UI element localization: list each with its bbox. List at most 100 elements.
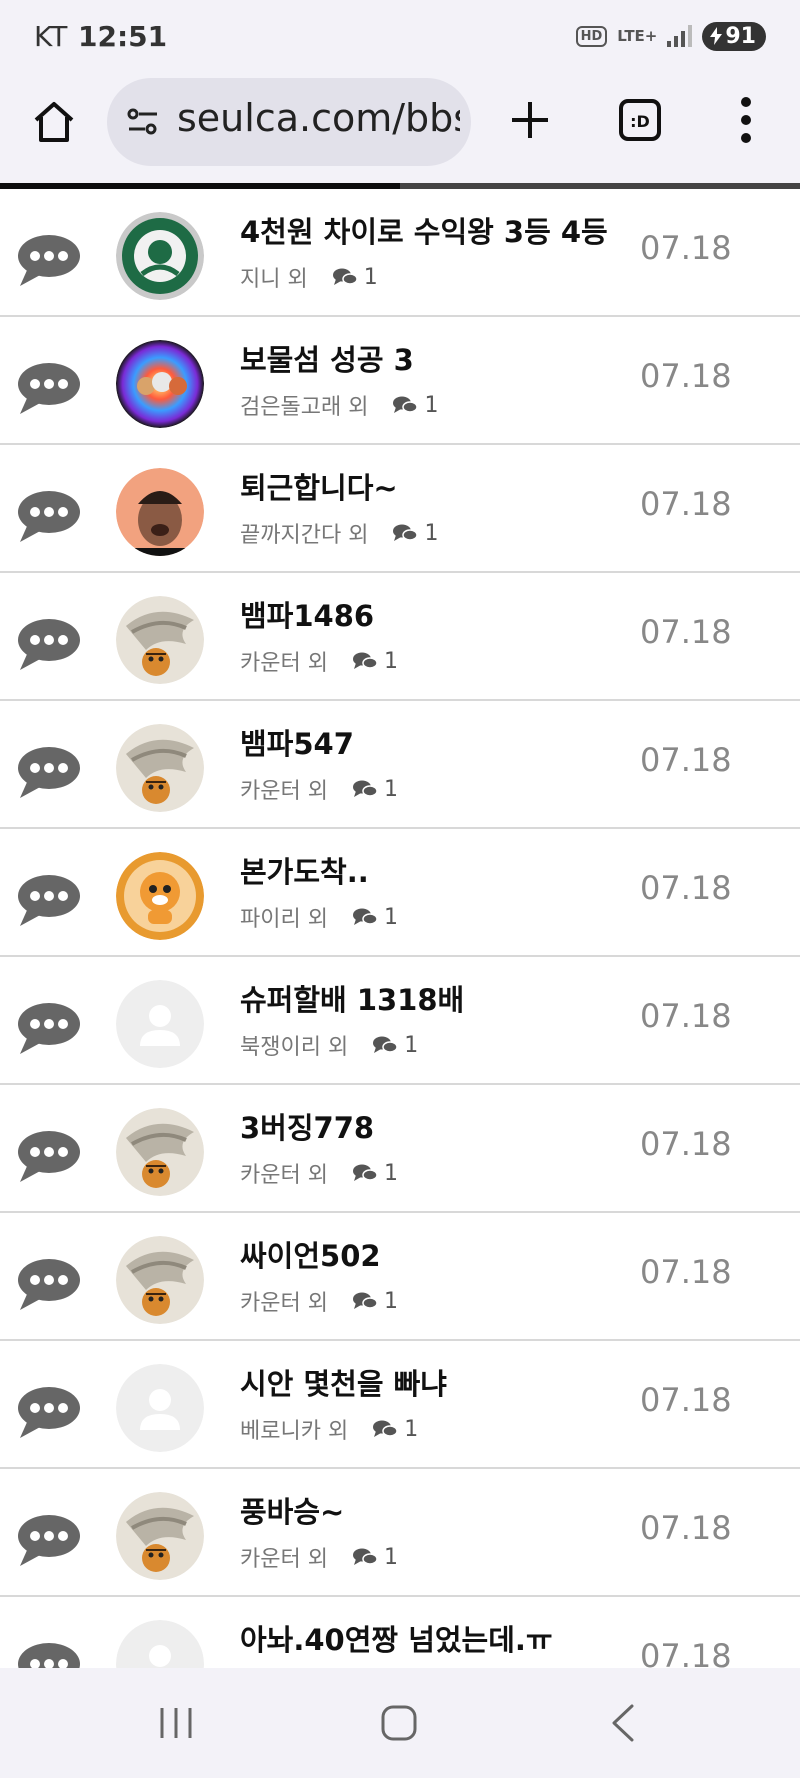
- address-bar[interactable]: seulca.com/bbs: [107, 78, 471, 166]
- home-nav-icon[interactable]: [380, 1704, 418, 1742]
- comments-icon: [373, 1420, 398, 1437]
- post-meta: 파이리 외 1: [240, 901, 398, 933]
- avatar[interactable]: [116, 596, 204, 684]
- comment-count: 1: [383, 1544, 398, 1570]
- post-row-2[interactable]: 보물섬 성공 3 검은돌고래 외 1 07.18: [0, 317, 800, 445]
- comment-count: 1: [363, 264, 378, 290]
- home-icon[interactable]: [30, 98, 78, 146]
- post-title[interactable]: 보물섬 성공 3: [240, 337, 414, 379]
- post-author: 검은돌고래 외: [240, 395, 369, 420]
- post-list[interactable]: 4천원 차이로 수익왕 3등 4등 지니 외 1 07.18 보물섬 성공 3 …: [0, 189, 800, 1668]
- avatar[interactable]: [116, 468, 204, 556]
- comment-count: 1: [424, 392, 439, 418]
- post-row-7[interactable]: 슈퍼할배 1318배 북쟁이리 외 1 07.18: [0, 957, 800, 1085]
- post-date: 07.18: [640, 613, 732, 651]
- post-author: 카운터 외: [240, 651, 328, 676]
- avatar[interactable]: [116, 340, 204, 428]
- speech-bubble-icon: [18, 1003, 80, 1054]
- post-row-12[interactable]: 아놔.40연짱 넘었는데.ㅠ 북쟁이리 외 1 07.18: [0, 1597, 800, 1668]
- post-date: 07.18: [640, 357, 732, 395]
- post-title[interactable]: 3버징778: [240, 1105, 374, 1147]
- avatar[interactable]: [116, 980, 204, 1068]
- post-meta: 지니 외 1: [240, 261, 378, 293]
- hd-voice-icon: HD: [575, 25, 608, 47]
- charging-bolt-icon: [710, 27, 723, 45]
- comments-icon: [393, 524, 419, 541]
- battery-level: 91: [725, 23, 756, 49]
- speech-bubble-icon: [18, 875, 80, 926]
- post-author: 파이리 외: [240, 907, 328, 932]
- speech-bubble-icon: [18, 1259, 80, 1310]
- post-row-3[interactable]: 퇴근합니다~ 끝까지간다 외 1 07.18: [0, 445, 800, 573]
- post-date: 07.18: [640, 1637, 732, 1668]
- post-date: 07.18: [640, 1253, 732, 1291]
- post-date: 07.18: [640, 1509, 732, 1547]
- speech-bubble-icon: [18, 491, 80, 542]
- comment-count: 1: [404, 1032, 419, 1058]
- speech-bubble-icon: [18, 619, 80, 670]
- comments-icon: [352, 908, 378, 925]
- plus-icon[interactable]: [506, 96, 554, 144]
- avatar[interactable]: [116, 1108, 204, 1196]
- comments-icon: [352, 1292, 378, 1309]
- avatar-dragon-tiger-image: [116, 724, 204, 812]
- post-row-8[interactable]: 3버징778 카운터 외 1 07.18: [0, 1085, 800, 1213]
- post-row-9[interactable]: 싸이언502 카운터 외 1 07.18: [0, 1213, 800, 1341]
- post-title[interactable]: 아놔.40연짱 넘었는데.ㅠ: [240, 1617, 553, 1659]
- post-author: 지니 외: [240, 267, 308, 292]
- post-title[interactable]: 슈퍼할배 1318배: [240, 977, 464, 1019]
- post-title[interactable]: 풍바승~: [240, 1489, 344, 1531]
- comment-count: 1: [383, 1160, 398, 1186]
- system-nav-bar: [0, 1668, 800, 1778]
- clock: 12:51: [78, 20, 168, 53]
- avatar[interactable]: [116, 852, 204, 940]
- post-meta: 검은돌고래 외 1: [240, 389, 438, 421]
- tabs-icon-label: :D: [630, 112, 650, 131]
- post-title[interactable]: 뱀파1486: [240, 593, 374, 635]
- post-title[interactable]: 퇴근합니다~: [240, 465, 398, 507]
- avatar[interactable]: [116, 212, 204, 300]
- comment-count: 1: [383, 776, 398, 802]
- post-row-5[interactable]: 뱀파547 카운터 외 1 07.18: [0, 701, 800, 829]
- tabs-icon[interactable]: :D: [618, 98, 662, 142]
- site-settings-icon[interactable]: [125, 104, 161, 140]
- avatar-starbucks-image: [116, 212, 204, 300]
- speech-bubble-icon: [18, 235, 80, 286]
- carrier-label: KT: [34, 20, 68, 53]
- post-title[interactable]: 뱀파547: [240, 721, 354, 763]
- comment-count: 1: [383, 648, 398, 674]
- post-row-10[interactable]: 시안 몇천을 빠냐 베로니카 외 1 07.18: [0, 1341, 800, 1469]
- more-vert-icon[interactable]: [730, 92, 762, 148]
- post-author: 카운터 외: [240, 1291, 328, 1316]
- avatar-dragon-tiger-image: [116, 596, 204, 684]
- avatar[interactable]: [116, 1492, 204, 1580]
- post-author: 카운터 외: [240, 779, 328, 804]
- post-title[interactable]: 싸이언502: [240, 1233, 381, 1275]
- post-row-6[interactable]: 본가도착.. 파이리 외 1 07.18: [0, 829, 800, 957]
- url-text[interactable]: seulca.com/bbs: [177, 96, 460, 140]
- post-row-1[interactable]: 4천원 차이로 수익왕 3등 4등 지니 외 1 07.18: [0, 189, 800, 317]
- post-title[interactable]: 4천원 차이로 수익왕 3등 4등: [240, 209, 608, 251]
- speech-bubble-icon: [18, 1131, 80, 1182]
- post-date: 07.18: [640, 1125, 732, 1163]
- browser-toolbar: seulca.com/bbs :D: [0, 70, 800, 185]
- avatar[interactable]: [116, 1236, 204, 1324]
- avatar[interactable]: [116, 1364, 204, 1452]
- post-date: 07.18: [640, 229, 732, 267]
- post-author: 카운터 외: [240, 1163, 328, 1188]
- avatar[interactable]: [116, 724, 204, 812]
- speech-bubble-icon: [18, 1643, 80, 1668]
- avatar[interactable]: [116, 1620, 204, 1668]
- post-title[interactable]: 본가도착..: [240, 849, 369, 891]
- recent-apps-icon[interactable]: [158, 1704, 194, 1742]
- speech-bubble-icon: [18, 747, 80, 798]
- post-meta: 카운터 외 1: [240, 1157, 398, 1189]
- post-row-4[interactable]: 뱀파1486 카운터 외 1 07.18: [0, 573, 800, 701]
- avatar-rainbow-image: [116, 340, 204, 428]
- back-icon[interactable]: [608, 1702, 638, 1744]
- avatar-default-icon: [116, 1620, 204, 1668]
- post-row-11[interactable]: 풍바승~ 카운터 외 1 07.18: [0, 1469, 800, 1597]
- post-meta: 카운터 외 1: [240, 1285, 398, 1317]
- post-meta: 베로니카 외 1: [240, 1413, 418, 1445]
- post-title[interactable]: 시안 몇천을 빠냐: [240, 1361, 447, 1403]
